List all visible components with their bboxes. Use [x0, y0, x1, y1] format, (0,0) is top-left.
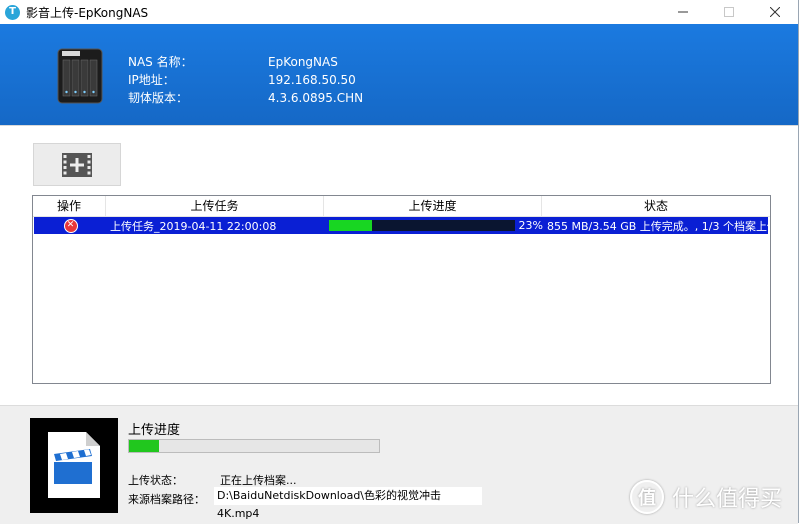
window-controls [660, 0, 798, 24]
watermark-text: 什么值得买 [672, 487, 783, 512]
header-divider [0, 125, 798, 126]
column-header-task[interactable]: 上传任务 [106, 196, 324, 216]
source-path-field: D:\BaiduNetdiskDownload\色彩的视觉冲击4K.mp4 [214, 487, 482, 520]
table-row[interactable]: ✕ 上传任务_2019-04-11 22:00:08 23% 855 MB/3.… [34, 217, 768, 234]
title-bar: T 影音上传-EpKongNAS [0, 0, 798, 24]
column-header-action[interactable]: 操作 [33, 196, 106, 216]
nas-name-value: EpKongNAS [268, 55, 338, 69]
table-header: 操作 上传任务 上传进度 状态 [33, 196, 770, 217]
source-path-label: 来源档案路径： [128, 493, 205, 506]
app-logo-icon: T [5, 4, 20, 20]
nas-info-labels: NAS 名称： IP地址： 韧体版本： [128, 53, 193, 107]
watermark-logo-icon: 值 [630, 480, 664, 514]
minimize-button[interactable] [660, 0, 706, 24]
action-cell: ✕ [34, 217, 107, 234]
nas-info-values: EpKongNAS 192.168.50.50 4.3.6.0895.CHN [268, 53, 363, 107]
upload-task-table: 操作 上传任务 上传进度 状态 ✕ 上传任务_2019-04-11 22:00:… [32, 195, 771, 384]
firmware-value: 4.3.6.0895.CHN [268, 91, 364, 105]
nas-name-label: NAS 名称： [128, 55, 193, 69]
upload-status-value: 正在上传档案... [220, 474, 297, 487]
maximize-button [706, 0, 752, 24]
overall-progress-fill [129, 440, 159, 452]
add-video-icon [62, 152, 92, 177]
progress-cell: 23% [325, 217, 543, 234]
file-thumbnail [30, 418, 118, 513]
overall-progress-bar [128, 439, 380, 453]
upload-status-label: 上传状态： [128, 474, 183, 487]
task-name: 上传任务_2019-04-11 22:00:08 [110, 219, 277, 233]
column-header-status[interactable]: 状态 [542, 196, 770, 216]
minimize-icon [678, 11, 688, 13]
add-upload-button[interactable] [33, 143, 121, 186]
task-status-text: 855 MB/3.54 GB 上传完成。, 1/3 个档案上传完 [547, 219, 768, 233]
column-header-progress[interactable]: 上传进度 [324, 196, 542, 216]
cancel-icon[interactable]: ✕ [63, 218, 78, 233]
window-title: 影音上传-EpKongNAS [26, 5, 149, 20]
task-progress-fill [329, 220, 372, 231]
maximize-icon [724, 7, 734, 17]
nas-device-icon [57, 48, 103, 104]
task-progress-percent: 23% [518, 219, 543, 232]
video-file-icon [48, 432, 100, 498]
task-cell: 上传任务_2019-04-11 22:00:08 [107, 217, 325, 234]
firmware-label: 韧体版本： [128, 91, 189, 105]
nas-info-banner: NAS 名称： IP地址： 韧体版本： EpKongNAS 192.168.50… [0, 24, 798, 125]
task-progress-bar [329, 220, 515, 231]
ip-address-value: 192.168.50.50 [268, 73, 356, 87]
status-cell: 855 MB/3.54 GB 上传完成。, 1/3 个档案上传完 [543, 217, 768, 234]
upload-progress-title: 上传进度 [128, 423, 181, 438]
close-icon [770, 7, 780, 17]
close-button[interactable] [752, 0, 798, 24]
ip-address-label: IP地址： [128, 73, 175, 87]
upload-window: T 影音上传-EpKongNAS NAS 名称： IP地址： 韧体版本： EpK… [0, 0, 799, 524]
site-watermark: 值 什么值得买 [630, 480, 782, 514]
